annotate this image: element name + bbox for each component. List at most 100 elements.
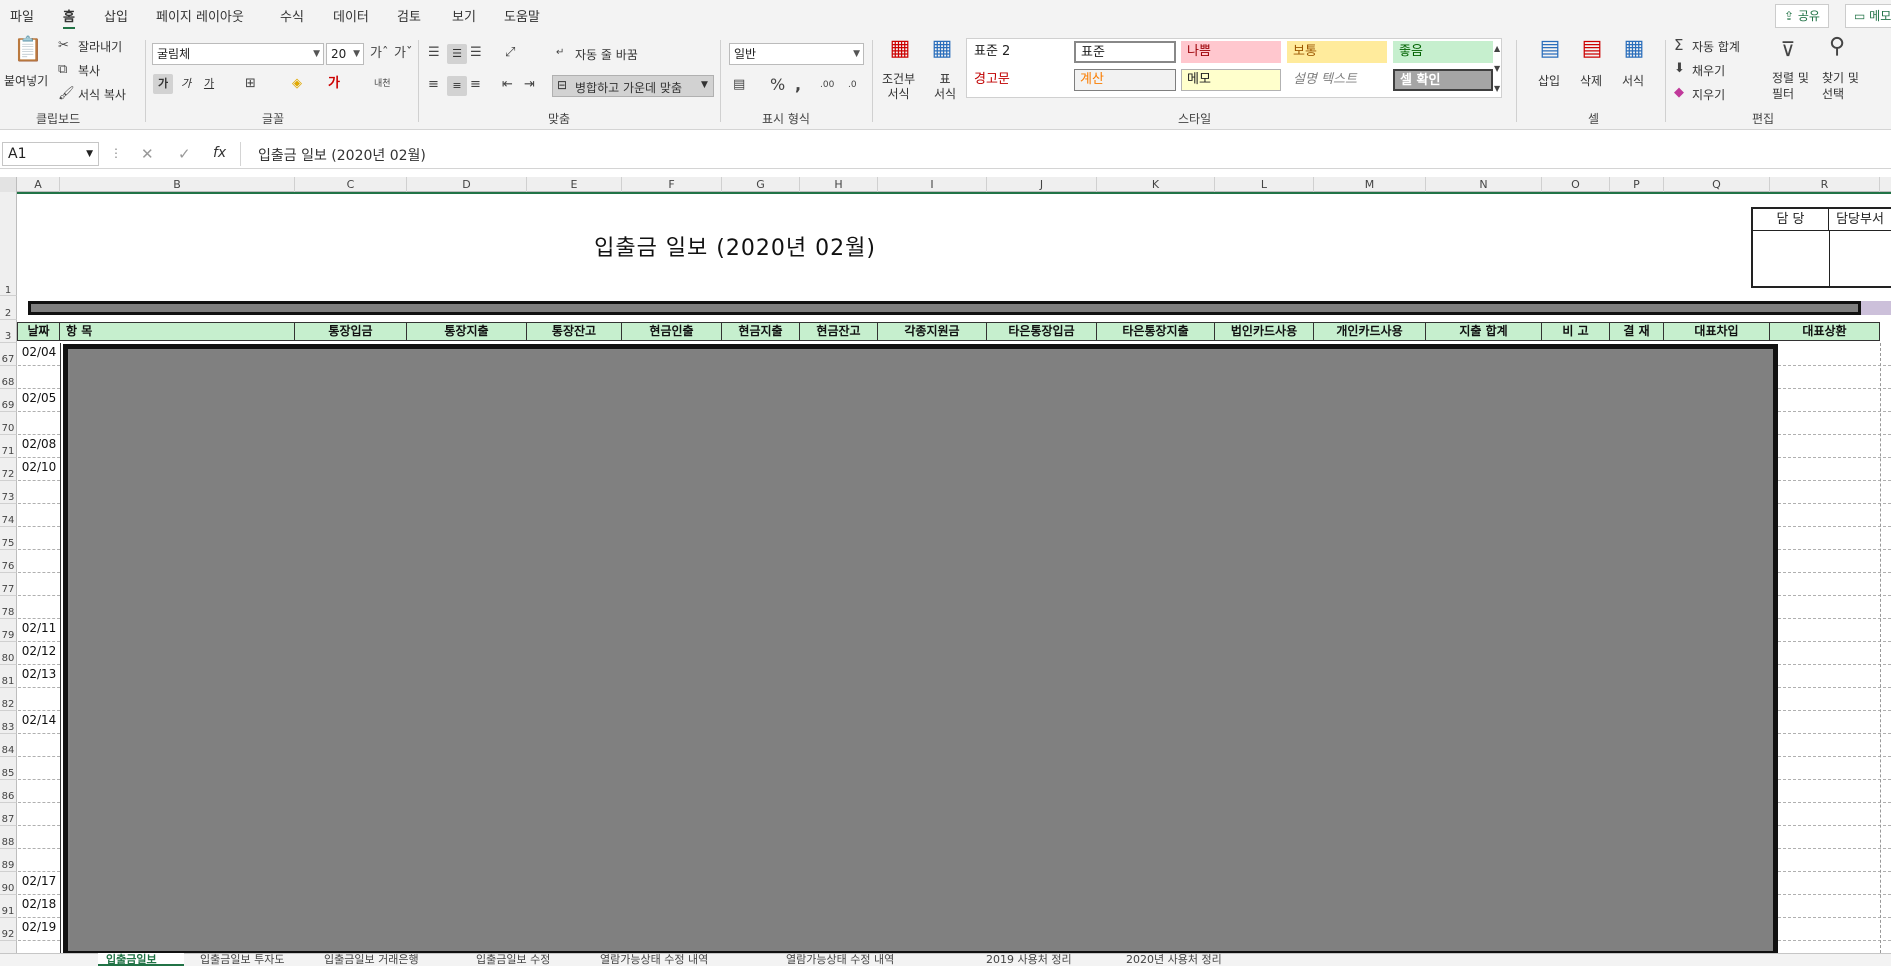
align-middle-icon[interactable]: ☰ — [447, 44, 467, 64]
row-header-2[interactable]: 2 — [0, 296, 17, 320]
gallery-down-icon[interactable]: ▼ — [1494, 60, 1500, 78]
sort-filter-button[interactable]: 정렬 및 필터 — [1772, 70, 1809, 102]
grow-font-icon[interactable]: 가ˆ — [370, 45, 388, 63]
bold-button[interactable]: 가 — [153, 74, 173, 94]
clear-button[interactable]: 지우기 — [1692, 86, 1725, 103]
style-bad[interactable]: 나쁨 — [1181, 41, 1281, 63]
menu-formulas[interactable]: 수식 — [280, 6, 304, 25]
row-header-74[interactable]: 74 — [0, 504, 17, 527]
font-size-combo[interactable]: 20 ▼ — [326, 43, 364, 65]
number-format-combo[interactable]: 일반 ▼ — [729, 43, 864, 65]
row-header-76[interactable]: 76 — [0, 550, 17, 573]
row-header-1[interactable]: 1 — [0, 192, 17, 296]
column-header-k[interactable]: K — [1097, 177, 1215, 192]
sheet-tab[interactable]: 2019 사용처 정리 — [978, 953, 1112, 966]
orientation-icon[interactable]: ⤢ — [505, 44, 515, 62]
row-header-68[interactable]: 68 — [0, 366, 17, 389]
italic-button[interactable]: 가 — [176, 74, 196, 94]
row-header-83[interactable]: 83 — [0, 711, 17, 734]
table-format-button[interactable]: 표 서식 — [934, 72, 956, 102]
menu-help[interactable]: 도움말 — [504, 6, 540, 25]
column-header-p[interactable]: P — [1610, 177, 1664, 192]
autosum-button[interactable]: 자동 합계 — [1692, 38, 1740, 55]
format-painter-button[interactable]: 서식 복사 — [78, 86, 126, 103]
column-header-a[interactable]: A — [17, 177, 60, 192]
row-header-72[interactable]: 72 — [0, 458, 17, 481]
sheet-tab[interactable]: 입출금일보 — [98, 953, 184, 966]
menu-home[interactable]: 홈 — [63, 6, 75, 29]
paste-button[interactable]: 붙여넣기 — [4, 72, 48, 89]
sheet-tab[interactable]: 열람가능상태 수정 내역 — [778, 953, 972, 966]
menu-file[interactable]: 파일 — [10, 6, 34, 25]
sheet-tab[interactable]: 입출금일보 투자도 — [192, 953, 310, 966]
increase-indent-icon[interactable]: ⇥ — [524, 76, 535, 94]
decrease-indent-icon[interactable]: ⇤ — [502, 76, 513, 94]
share-button[interactable]: ⇪ 공유 — [1775, 4, 1829, 28]
column-header-o[interactable]: O — [1542, 177, 1610, 192]
cut-button[interactable]: 잘라내기 — [78, 38, 122, 55]
accounting-icon[interactable]: ▤ — [733, 76, 745, 94]
formula-input[interactable]: 입출금 일보 (2020년 02월) — [240, 142, 1891, 166]
row-header-78[interactable]: 78 — [0, 596, 17, 619]
row-header-67[interactable]: 67 — [0, 343, 17, 366]
menu-insert[interactable]: 삽입 — [104, 6, 128, 25]
align-left-icon[interactable]: ≡ — [428, 76, 439, 94]
select-all-button[interactable] — [0, 177, 17, 192]
column-header-r[interactable]: R — [1770, 177, 1880, 192]
comma-icon[interactable]: , — [795, 76, 801, 94]
enter-icon[interactable]: ✓ — [178, 145, 191, 163]
menu-view[interactable]: 보기 — [452, 6, 476, 25]
menu-review[interactable]: 검토 — [397, 6, 421, 25]
style-check-cell[interactable]: 셀 확인 — [1393, 69, 1493, 91]
column-header-m[interactable]: M — [1314, 177, 1426, 192]
row-header-69[interactable]: 69 — [0, 389, 17, 412]
row-header-3[interactable]: 3 — [0, 320, 17, 343]
insert-function-icon[interactable]: fx — [213, 145, 226, 161]
increase-decimal-icon[interactable]: .00 — [820, 76, 834, 94]
column-header-j[interactable]: J — [987, 177, 1097, 192]
phonetic-icon[interactable]: 내천 — [374, 75, 391, 93]
row-header-70[interactable]: 70 — [0, 412, 17, 435]
row-header-89[interactable]: 89 — [0, 849, 17, 872]
align-bottom-icon[interactable]: ☰ — [470, 44, 482, 62]
sheet-tab[interactable]: 2020년 사용처 정리 — [1118, 953, 1278, 966]
column-header-d[interactable]: D — [407, 177, 527, 192]
align-right-icon[interactable]: ≡ — [470, 76, 481, 94]
column-header-q[interactable]: Q — [1664, 177, 1770, 192]
align-top-icon[interactable]: ☰ — [428, 44, 440, 62]
comment-button[interactable]: ▭ 메모 — [1845, 4, 1891, 28]
delete-cells-button[interactable]: 삭제 — [1580, 72, 1602, 89]
style-standard[interactable]: 표준 — [1074, 41, 1176, 63]
decrease-decimal-icon[interactable]: .0 — [848, 76, 857, 94]
style-warning[interactable]: 경고문 — [968, 69, 1070, 91]
wrap-text-button[interactable]: 자동 줄 바꿈 — [575, 46, 638, 63]
sheet-tab[interactable]: 열람가능상태 수정 내역 — [592, 953, 772, 966]
border-icon[interactable]: ⊞ — [245, 75, 256, 93]
row-header-85[interactable]: 85 — [0, 757, 17, 780]
row-header-80[interactable]: 80 — [0, 642, 17, 665]
merge-center-button[interactable]: 병합하고 가운데 맞춤 ⊟ ▼ — [552, 75, 714, 97]
format-cells-button[interactable]: 서식 — [1622, 72, 1644, 89]
row-header-90[interactable]: 90 — [0, 872, 17, 895]
sheet-tab[interactable]: 입출금일보 수정 — [468, 953, 586, 966]
style-neutral[interactable]: 보통 — [1287, 41, 1387, 63]
fill-color-icon[interactable]: ◈ — [292, 75, 302, 93]
column-header-e[interactable]: E — [527, 177, 622, 192]
gallery-more-icon[interactable]: ▼ — [1494, 80, 1500, 98]
row-header-75[interactable]: 75 — [0, 527, 17, 550]
row-header-92[interactable]: 92 — [0, 918, 17, 941]
row-header-84[interactable]: 84 — [0, 734, 17, 757]
column-header-f[interactable]: F — [622, 177, 722, 192]
style-good[interactable]: 좋음 — [1393, 41, 1493, 63]
row-header-86[interactable]: 86 — [0, 780, 17, 803]
column-header-n[interactable]: N — [1426, 177, 1542, 192]
name-box[interactable]: A1 ▼ — [2, 142, 99, 166]
font-name-combo[interactable]: 굴림체 ▼ — [152, 43, 324, 65]
underline-button[interactable]: 가 — [199, 74, 219, 94]
gallery-up-icon[interactable]: ▲ — [1494, 40, 1500, 58]
row-header-71[interactable]: 71 — [0, 435, 17, 458]
fill-button[interactable]: 채우기 — [1692, 62, 1725, 79]
menu-data[interactable]: 데이터 — [333, 6, 369, 25]
conditional-format-button[interactable]: 조건부 서식 — [882, 72, 915, 102]
align-center-icon[interactable]: ≡ — [447, 76, 467, 96]
